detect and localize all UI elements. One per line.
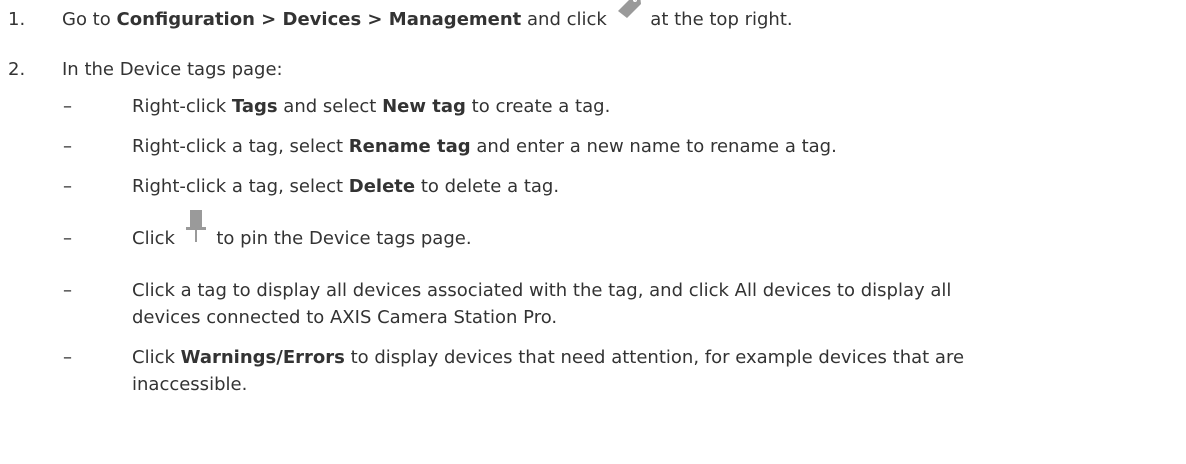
bullet-dash: – <box>63 228 72 249</box>
ui-term: Warnings/Errors <box>180 347 345 368</box>
step-intro: In the Device tags page: <box>62 59 283 80</box>
bullet-dash: – <box>63 136 72 157</box>
bullet-dash: – <box>63 280 72 301</box>
bullet-dash: – <box>63 96 72 117</box>
ui-term: Delete <box>348 176 416 197</box>
bullet-dash: – <box>63 347 72 368</box>
bullet-text: Click <box>132 347 175 368</box>
bullet-dash: – <box>63 176 72 197</box>
bullet-text: and select <box>283 96 377 117</box>
bullet-pin: Click to pin the Device tags page. <box>132 209 472 251</box>
step-text-part: and click <box>527 9 607 30</box>
bullet-warnings-cont: inaccessible. <box>132 374 248 395</box>
bullet-delete-tag: Right-click a tag, select Delete to dele… <box>132 175 559 199</box>
bullet-text: Right-click <box>132 96 227 117</box>
bullet-text: to delete a tag. <box>420 176 560 197</box>
bullet-text: to create a tag. <box>471 96 611 117</box>
step-number: 1. <box>8 9 26 30</box>
pin-icon <box>181 209 211 249</box>
bullet-text: to display devices that need attention, … <box>350 347 965 368</box>
ui-term: Tags <box>231 96 278 117</box>
ui-term: Rename tag <box>348 136 471 157</box>
bullet-all-devices-cont: devices connected to AXIS Camera Station… <box>132 307 558 328</box>
bullet-text: and enter a new name to rename a tag. <box>476 136 837 157</box>
bullet-rename-tag: Right-click a tag, select Rename tag and… <box>132 135 837 159</box>
bullet-warnings: Click Warnings/Errors to display devices… <box>132 346 964 370</box>
bullet-text: Click <box>132 228 175 249</box>
bullet-text: to pin the Device tags page. <box>216 228 472 249</box>
bullet-new-tag: Right-click Tags and select New tag to c… <box>132 95 610 119</box>
step-text-part: at the top right. <box>650 9 793 30</box>
step-text-part: Go to <box>62 9 111 30</box>
step-text: Go to Configuration > Devices > Manageme… <box>62 0 793 32</box>
bullet-text: Right-click a tag, select <box>132 176 344 197</box>
menu-path: Configuration > Devices > Management <box>116 9 522 30</box>
bullet-text: Right-click a tag, select <box>132 136 344 157</box>
bullet-all-devices: Click a tag to display all devices assoc… <box>132 280 952 301</box>
ui-term: New tag <box>382 96 466 117</box>
step-number: 2. <box>8 59 26 80</box>
tag-icon <box>613 0 645 29</box>
document-page: { "step1": { "number": "1.", "t1": "Go t… <box>0 0 1186 464</box>
